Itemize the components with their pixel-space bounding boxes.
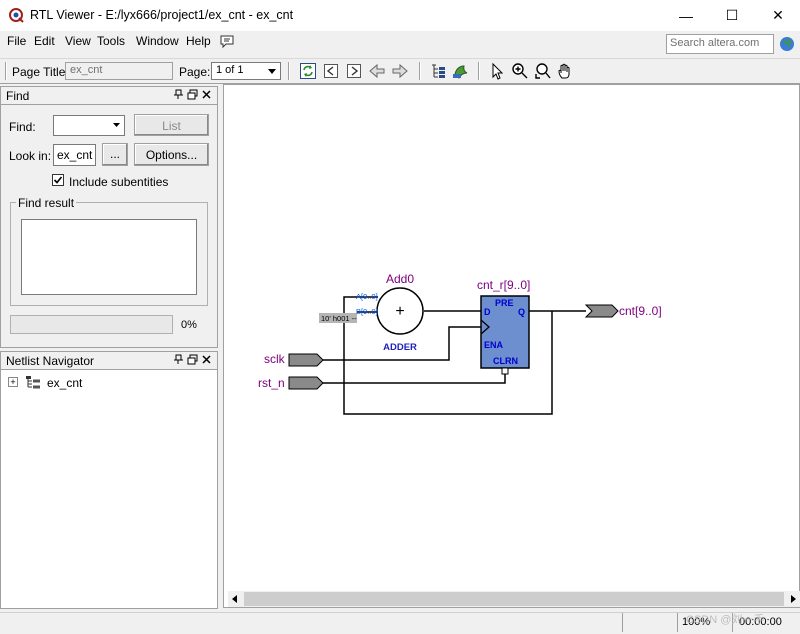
menu-help[interactable]: Help xyxy=(186,34,211,48)
toolbar-grip xyxy=(5,62,7,80)
sclk-input-pin[interactable] xyxy=(288,353,324,367)
constant-label: 10' h001 -- xyxy=(321,314,357,323)
speech-bubble-icon[interactable] xyxy=(219,33,235,49)
close-panel-icon[interactable] xyxy=(201,89,212,100)
adder-type: ADDER xyxy=(383,342,417,353)
zoom-in-icon[interactable] xyxy=(511,62,529,80)
netlist-tool-icon[interactable] xyxy=(451,62,469,80)
tree-expander[interactable]: + xyxy=(8,377,18,387)
float-window-icon[interactable] xyxy=(187,354,198,365)
cnt-pin-label: cnt[9..0] xyxy=(619,304,662,318)
find-panel-header: Find xyxy=(1,87,217,105)
register-name: cnt_r[9..0] xyxy=(477,278,530,292)
close-button[interactable]: ✕ xyxy=(755,0,800,31)
find-progress-percent: 0% xyxy=(181,319,197,331)
scroll-left-icon[interactable] xyxy=(230,594,240,604)
cnt-output-pin[interactable] xyxy=(584,304,619,318)
find-label: Find: xyxy=(9,120,36,134)
page-select-value: 1 of 1 xyxy=(216,64,244,76)
toolbar-separator xyxy=(478,62,480,80)
close-panel-icon[interactable] xyxy=(201,354,212,365)
tree-item-ex-cnt[interactable]: ex_cnt xyxy=(47,376,82,390)
minimize-button[interactable]: — xyxy=(663,0,709,31)
menu-file[interactable]: File xyxy=(7,34,26,48)
refresh-icon[interactable] xyxy=(299,62,317,80)
toolbar-separator xyxy=(288,62,290,80)
include-subentities-label: Include subentities xyxy=(69,175,169,189)
search-input[interactable]: Search altera.com xyxy=(666,34,774,54)
pin-icon[interactable] xyxy=(173,89,184,100)
hand-pan-icon[interactable] xyxy=(557,62,575,80)
menu-tools[interactable]: Tools xyxy=(97,34,125,48)
schematic-canvas[interactable]: 10' h001 -- + Add0 ADDER A[9..0] B[9..0]… xyxy=(223,84,800,608)
find-result-list[interactable] xyxy=(21,219,197,295)
rst-n-pin-label: rst_n xyxy=(258,376,285,390)
register-q-port: Q xyxy=(518,307,525,317)
scroll-right-icon[interactable] xyxy=(788,594,798,604)
zoom-fit-icon[interactable] xyxy=(534,62,552,80)
browse-button[interactable]: ... xyxy=(102,143,128,166)
include-subentities-checkbox[interactable] xyxy=(52,174,64,186)
register-pre-port: PRE xyxy=(495,298,514,308)
hierarchy-list-icon[interactable] xyxy=(429,62,447,80)
back-arrow-icon[interactable] xyxy=(368,62,386,80)
menu-window[interactable]: Window xyxy=(136,34,179,48)
find-progress-bar xyxy=(10,315,173,334)
float-window-icon[interactable] xyxy=(187,89,198,100)
find-result-label: Find result xyxy=(16,196,77,210)
page-back-icon[interactable] xyxy=(322,62,340,80)
checkmark-icon xyxy=(53,176,63,184)
chevron-down-icon[interactable] xyxy=(265,64,279,78)
page-title-label: Page Title: xyxy=(12,65,69,79)
toolbar-separator xyxy=(419,62,421,80)
wire-rst-to-clrn xyxy=(323,370,506,384)
globe-icon[interactable] xyxy=(779,36,795,52)
scrollbar-thumb[interactable] xyxy=(244,592,784,606)
rtl-viewer-app-icon xyxy=(9,8,24,23)
adder-symbol: + xyxy=(395,303,404,320)
look-in-field[interactable]: ex_cnt xyxy=(53,144,96,166)
look-in-label: Look in: xyxy=(9,149,52,163)
rtl-schematic: 10' h001 -- + Add0 ADDER A[9..0] B[9..0]… xyxy=(258,272,662,415)
find-panel-title: Find xyxy=(6,89,30,103)
status-cell-empty xyxy=(622,613,677,632)
register-d-port: D xyxy=(484,307,491,317)
page-label: Page: xyxy=(179,65,211,79)
select-pointer-icon[interactable] xyxy=(488,62,506,80)
chevron-down-icon[interactable] xyxy=(110,118,123,132)
register-ena-port: ENA xyxy=(484,340,504,350)
options-button[interactable]: Options... xyxy=(134,143,209,166)
title-bar: RTL Viewer - E:/lyx666/project1/ex_cnt -… xyxy=(0,0,800,31)
menu-view[interactable]: View xyxy=(65,34,91,48)
adder-port-a: A[9..0] xyxy=(356,292,378,301)
clrn-bubble xyxy=(501,367,509,375)
netlist-navigator-panel: Netlist Navigator xyxy=(0,351,218,609)
hierarchy-tree-icon xyxy=(26,376,40,389)
sclk-pin-label: sclk xyxy=(264,352,286,366)
netlist-panel-header: Netlist Navigator xyxy=(1,352,217,370)
adder-name: Add0 xyxy=(386,272,414,286)
window-title: RTL Viewer - E:/lyx666/project1/ex_cnt -… xyxy=(30,8,294,22)
register-clrn-port: CLRN xyxy=(493,356,518,366)
list-button[interactable]: List xyxy=(134,114,209,136)
horizontal-scrollbar[interactable] xyxy=(228,591,800,607)
page-title-field: ex_cnt xyxy=(65,62,173,80)
maximize-button[interactable]: ☐ xyxy=(709,0,755,31)
forward-arrow-icon[interactable] xyxy=(391,62,409,80)
menu-edit[interactable]: Edit xyxy=(34,34,55,48)
watermark: CSDN @刘一手 xyxy=(686,614,765,626)
rst-n-input-pin[interactable] xyxy=(288,376,324,390)
netlist-panel-title: Netlist Navigator xyxy=(6,354,95,368)
page-forward-icon[interactable] xyxy=(345,62,363,80)
pin-icon[interactable] xyxy=(173,354,184,365)
adder-port-b: B[9..0] xyxy=(356,307,378,316)
